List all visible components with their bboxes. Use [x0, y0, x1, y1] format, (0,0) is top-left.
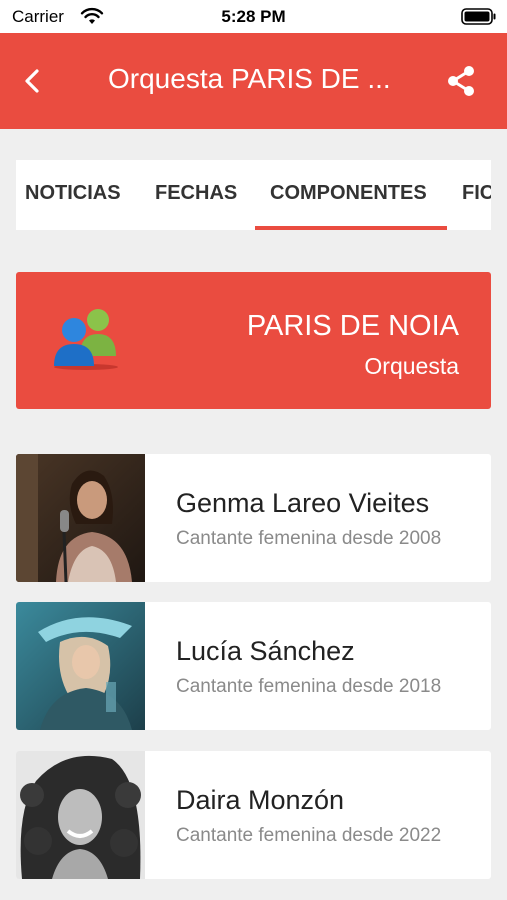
- member-name: Daira Monzón: [176, 785, 345, 815]
- back-arrow-icon[interactable]: [16, 63, 48, 99]
- member-card[interactable]: Daira Monzón Cantante femenina desde 202…: [16, 751, 491, 879]
- member-card[interactable]: Genma Lareo Vieites Cantante femenina de…: [16, 454, 491, 582]
- band-banner: PARIS DE NOIA Orquesta: [16, 272, 491, 409]
- member-card[interactable]: Lucía Sánchez Cantante femenina desde 20…: [16, 602, 491, 730]
- member-photo: [16, 602, 145, 730]
- tab-fic[interactable]: FIC: [462, 160, 491, 230]
- share-icon[interactable]: [444, 63, 478, 99]
- member-photo: [16, 454, 145, 582]
- active-tab-indicator: [255, 226, 447, 230]
- tab-fechas[interactable]: FECHAS: [155, 160, 237, 230]
- banner-subtitle: Orquesta: [364, 353, 459, 379]
- member-photo: [16, 751, 145, 879]
- clock: 5:28 PM: [221, 7, 286, 26]
- member-role: Cantante femenina desde 2008: [176, 528, 442, 549]
- member-name: Lucía Sánchez: [176, 636, 355, 666]
- member-role: Cantante femenina desde 2022: [176, 825, 442, 846]
- member-name: Genma Lareo Vieites: [176, 488, 430, 518]
- page-title: Orquesta PARIS DE ...: [108, 63, 391, 94]
- tab-noticias[interactable]: NOTICIAS: [25, 160, 121, 230]
- tab-componentes[interactable]: COMPONENTES: [270, 160, 427, 230]
- member-role: Cantante femenina desde 2018: [176, 676, 442, 697]
- banner-title: PARIS DE NOIA: [246, 310, 459, 342]
- status-bar: Carrier 5:28 PM: [0, 0, 507, 33]
- tab-bar: NOTICIAS FECHAS COMPONENTES FIC: [16, 160, 491, 230]
- battery-icon: [461, 8, 496, 25]
- app-bar: Orquesta PARIS DE ...: [0, 33, 507, 129]
- users-icon: [54, 309, 118, 370]
